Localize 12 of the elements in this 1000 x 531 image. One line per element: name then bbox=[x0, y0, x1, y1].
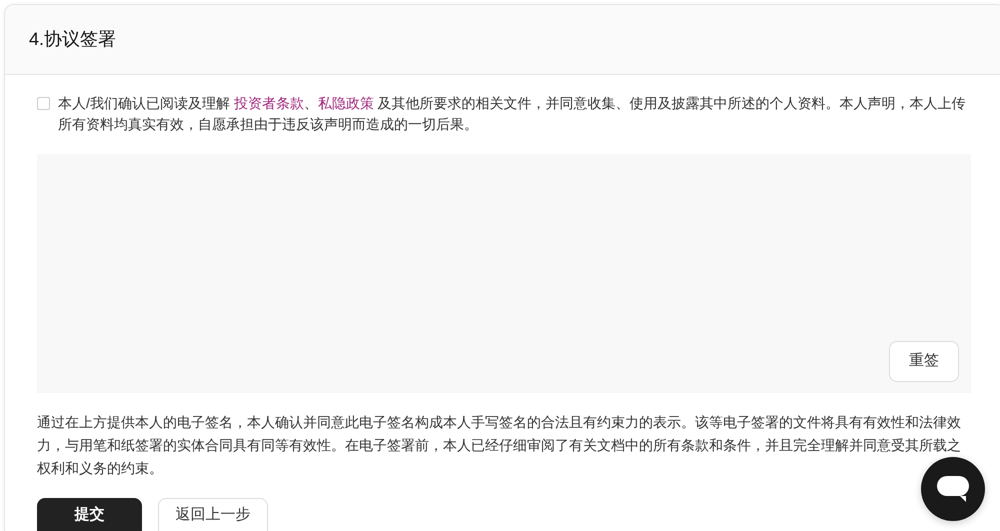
signature-statement: 通过在上方提供本人的电子签名，本人确认并同意此电子签名构成本人手写签名的合法且有约束力的表示。该等电子签署的文件将具有有效性和法律效力，与用笔和纸签署的实体合同具有同等有效性。在电子签署前，本人已经仔细审阅了有关文档中的所有条款和条件，并且完全理解并同意受其所载之权利和义务的约束。 bbox=[37, 413, 962, 478]
reset-signature-button[interactable]: 重签 bbox=[889, 341, 959, 382]
consent-checkbox[interactable] bbox=[37, 97, 50, 110]
chat-icon bbox=[936, 474, 970, 504]
back-button[interactable]: 返回上一步 bbox=[158, 498, 268, 531]
section-title: 4.协议签署 bbox=[29, 28, 116, 50]
policy-link[interactable]: 私隐政策 bbox=[318, 95, 374, 111]
submit-button[interactable]: 提交 bbox=[37, 498, 142, 531]
chat-button[interactable] bbox=[921, 457, 985, 521]
policy-link[interactable]: 投资者条款 bbox=[234, 95, 304, 111]
signature-pad[interactable]: 重签 bbox=[37, 154, 971, 393]
consent-text: 本人/我们确认已阅读及理解 投资者条款、私隐政策 及其他所要求的相关文件，并同意收集、使用及披露其中所述的个人资料。本人声明，本人上传所有资料均真实有效，自愿承担由于违反该声明而造成的一切后果。 bbox=[58, 94, 967, 134]
